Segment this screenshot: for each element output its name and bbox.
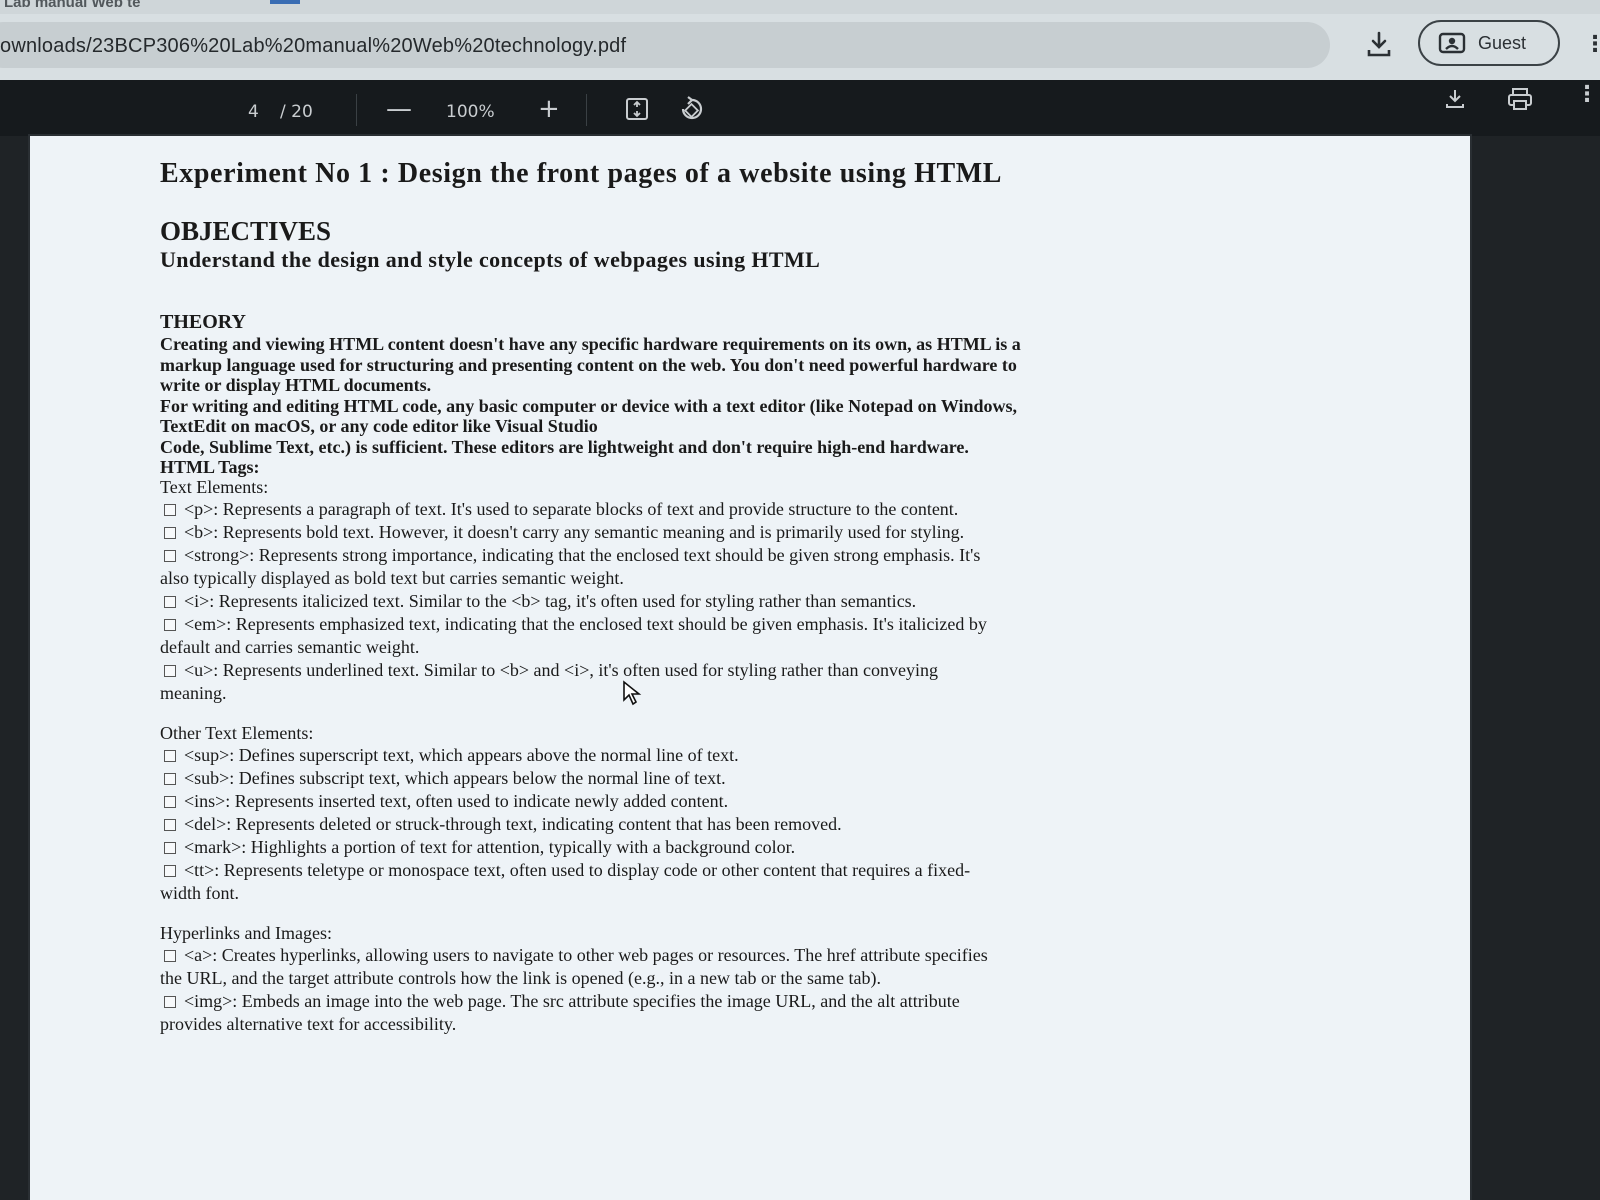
active-tab-indicator [270,0,300,4]
tab-strip: Lab manual Web te [0,0,1600,14]
more-icon[interactable]: ⋮ [1576,82,1598,107]
checkbox-glyph [164,665,176,677]
checkbox-glyph [164,865,176,877]
list-item: <tt>: Represents teletype or monospace t… [160,859,1420,881]
checkbox-glyph [164,996,176,1008]
menu-icon[interactable]: ⋮ [1584,32,1600,57]
zoom-level[interactable]: 100% [446,102,495,122]
checkbox-glyph [164,619,176,631]
list-item: <ins>: Represents inserted text, often u… [160,790,1420,812]
hyperlinks-list: <a>: Creates hyperlinks, allowing users … [160,944,1420,1035]
list-item-continuation: width font. [160,883,239,903]
checkbox-glyph [164,819,176,831]
profile-label: Guest [1478,32,1527,53]
checkbox-glyph [164,842,176,854]
list-item: <u>: Represents underlined text. Similar… [160,659,1420,681]
other-elements-heading: Other Text Elements: [160,723,314,743]
checkbox-glyph [164,527,176,539]
checkbox-glyph [164,550,176,562]
theory-line: write or display HTML documents. [160,375,432,395]
list-item-continuation: default and carries semantic weight. [160,637,420,657]
list-item: <img>: Embeds an image into the web page… [160,990,1420,1012]
hyperlinks-heading: Hyperlinks and Images: [160,923,332,943]
browser-toolbar: ownloads/23BCP306%20Lab%20manual%20Web%2… [0,14,1600,80]
tab-title[interactable]: Lab manual Web te [4,0,140,11]
text-elements-heading: Text Elements: [160,477,269,497]
list-item: <strong>: Represents strong importance, … [160,544,1420,566]
document-content: Experiment No 1 : Design the front pages… [160,158,1420,1035]
text-elements-list: <p>: Represents a paragraph of text. It'… [160,498,1420,704]
theory-line: markup language used for structuring and… [160,354,1017,375]
mouse-cursor-icon [623,680,642,706]
checkbox-glyph [164,596,176,608]
divider [586,94,587,126]
theory-line: Code, Sublime Text, etc.) is sufficient.… [160,436,969,457]
checkbox-glyph [164,773,176,785]
divider [356,94,357,126]
zoom-in-button[interactable]: + [538,94,560,124]
objectives-heading: OBJECTIVES [160,216,332,246]
list-item: <em>: Represents emphasized text, indica… [160,613,1420,635]
checkbox-glyph [164,750,176,762]
theory-line: Creating and viewing HTML content doesn'… [160,334,1021,354]
checkbox-glyph [164,504,176,516]
profile-button[interactable]: Guest [1418,20,1560,66]
checkbox-glyph [164,950,176,962]
download-icon[interactable] [1440,84,1470,114]
rotate-icon[interactable] [676,94,708,124]
list-item-continuation: meaning. [160,683,227,703]
list-item-continuation: the URL, and the target attribute contro… [160,968,881,988]
other-elements-list: <sup>: Defines superscript text, which a… [160,744,1420,904]
pdf-page: Experiment No 1 : Design the front pages… [30,136,1470,1200]
fit-page-icon[interactable] [622,94,652,124]
zoom-out-button[interactable]: — [386,94,412,124]
print-icon[interactable] [1504,84,1536,114]
list-item-continuation: provides alternative text for accessibil… [160,1014,457,1034]
theory-line: TextEdit on macOS, or any code editor li… [160,416,598,436]
download-icon[interactable] [1360,26,1398,64]
objectives-text: Understand the design and style concepts… [160,247,821,272]
page-total: / 20 [280,102,313,122]
profile-icon [1438,32,1466,54]
list-item-continuation: also typically displayed as bold text bu… [160,568,624,588]
theory-line: For writing and editing HTML code, any b… [160,395,1018,416]
list-item: <b>: Represents bold text. However, it d… [160,521,1420,543]
list-item: <sup>: Defines superscript text, which a… [160,744,1420,766]
list-item: <mark>: Highlights a portion of text for… [160,836,1420,858]
list-item: <i>: Represents italicized text. Similar… [160,590,1420,612]
page-number-input[interactable]: 4 [248,102,259,122]
list-item: <a>: Creates hyperlinks, allowing users … [160,944,1420,966]
html-tags-heading: HTML Tags: [160,457,260,477]
checkbox-glyph [164,796,176,808]
url-text: ownloads/23BCP306%20Lab%20manual%20Web%2… [0,35,627,57]
list-item: <del>: Represents deleted or struck-thro… [160,813,1420,835]
list-item: <sub>: Defines subscript text, which app… [160,767,1420,789]
pdf-toolbar: 4 / 20 — 100% + ⋮ [0,80,1600,136]
list-item: <p>: Represents a paragraph of text. It'… [160,498,1420,520]
theory-heading: THEORY [160,311,246,333]
address-bar[interactable]: ownloads/23BCP306%20Lab%20manual%20Web%2… [0,22,1330,68]
experiment-title: Experiment No 1 : Design the front pages… [160,158,1003,189]
